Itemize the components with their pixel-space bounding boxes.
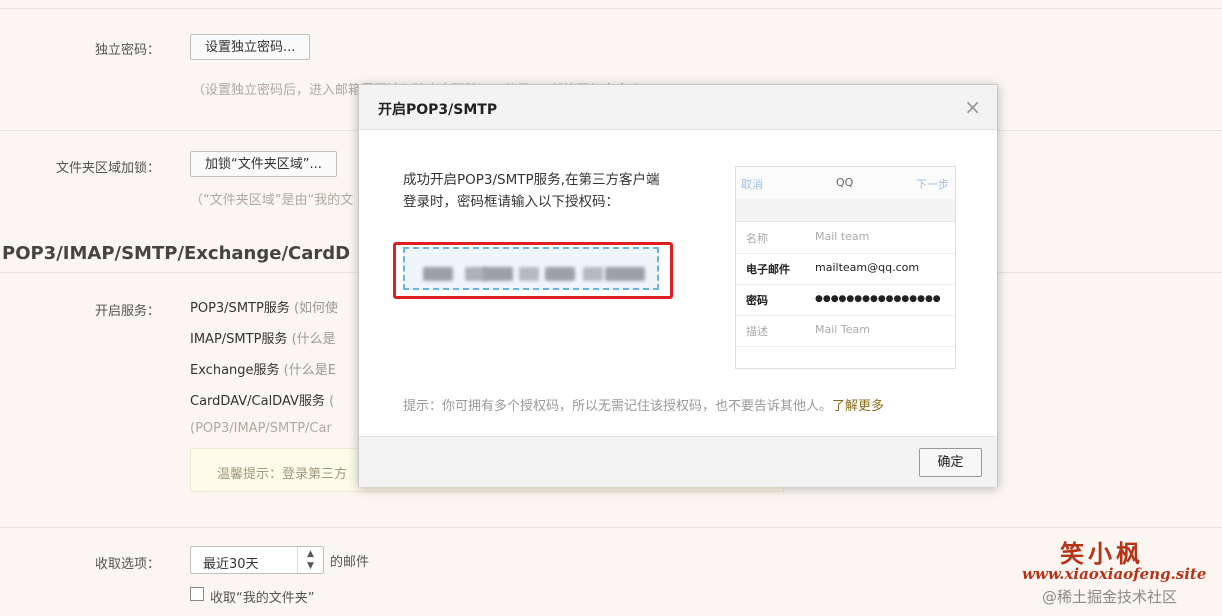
service-carddav-caldav: CardDAV/CalDAV服务 ( (190, 394, 335, 409)
dialog-title: 开启POP3/SMTP (378, 102, 498, 118)
folder-lock-label: 文件夹区域加锁： (55, 161, 160, 176)
watermark-name: 笑小枫 (1060, 539, 1144, 568)
watermark-site: www.xiaoxiaofeng.site (1022, 565, 1207, 583)
independent-password-label: 独立密码： (94, 43, 160, 58)
dialog-tip: 提示：你可拥有多个授权码，所以无需记住该授权码，也不要告诉其他人。了解更多 (403, 399, 885, 414)
service-exchange: Exchange服务 (什么是E (190, 363, 336, 378)
fetch-range-value: 最近30天 (203, 557, 259, 572)
authorization-code-field[interactable] (403, 247, 659, 290)
client-config-illustration: 取消 QQ 下一步 名称 Mail team 电子邮件 mailteam@qq.co… (735, 166, 956, 369)
close-icon[interactable]: × (964, 95, 981, 119)
warm-tip-text: 温馨提示：登录第三方 (217, 467, 348, 482)
dialog-message-line1: 成功开启POP3/SMTP服务,在第三方客户端 (403, 172, 660, 188)
fetch-range-select[interactable]: 最近30天 ▲ ▼ (190, 546, 324, 574)
top-divider (0, 0, 1222, 9)
ok-button[interactable]: 确定 (919, 448, 982, 477)
section-title: POP3/IMAP/SMTP/Exchange/CardD (2, 243, 351, 264)
dialog-message-line2: 登录时，密码框请输入以下授权码： (403, 194, 619, 210)
service-imap-smtp: IMAP/SMTP服务 (什么是 (190, 332, 336, 347)
fetch-suffix: 的邮件 (330, 555, 370, 570)
services-note: (POP3/IMAP/SMTP/Car (190, 421, 332, 436)
folder-lock-button[interactable]: 加锁“文件夹区域”... (190, 151, 337, 177)
phone-cancel: 取消 (741, 178, 763, 191)
updown-arrow-icon: ▲ ▼ (297, 547, 323, 573)
fetch-my-folders-checkbox[interactable] (190, 587, 204, 601)
dialog-footer: 确定 (359, 436, 997, 487)
learn-more-link[interactable]: 了解更多 (832, 399, 884, 414)
watermark-community: @稀土掘金技术社区 (1042, 588, 1178, 606)
phone-row-name: 名称 Mail team (736, 222, 955, 254)
folder-lock-hint: （“文件夹区域”是由“我的文 (190, 193, 354, 208)
phone-title: QQ (836, 176, 854, 189)
phone-row-password: 密码 ●●●●●●●●●●●●●●●● (736, 284, 955, 316)
service-pop3-smtp: POP3/SMTP服务 (如何使 (190, 301, 339, 316)
set-independent-password-button[interactable]: 设置独立密码... (190, 34, 311, 60)
phone-row-email: 电子邮件 mailteam@qq.com (736, 253, 955, 285)
phone-row-description: 描述 Mail Team (736, 315, 955, 347)
phone-next: 下一步 (916, 178, 949, 191)
fetch-my-folders-label: 收取“我的文件夹” (210, 591, 315, 606)
pop3-smtp-dialog: 开启POP3/SMTP × 成功开启POP3/SMTP服务,在第三方客户端 登录… (358, 84, 998, 487)
fetch-options-label: 收取选项： (94, 557, 160, 572)
dialog-message: 成功开启POP3/SMTP服务,在第三方客户端 登录时，密码框请输入以下授权码： (403, 169, 713, 213)
dialog-header: 开启POP3/SMTP × (359, 85, 997, 130)
services-label: 开启服务： (94, 304, 160, 319)
divider (0, 527, 1222, 528)
